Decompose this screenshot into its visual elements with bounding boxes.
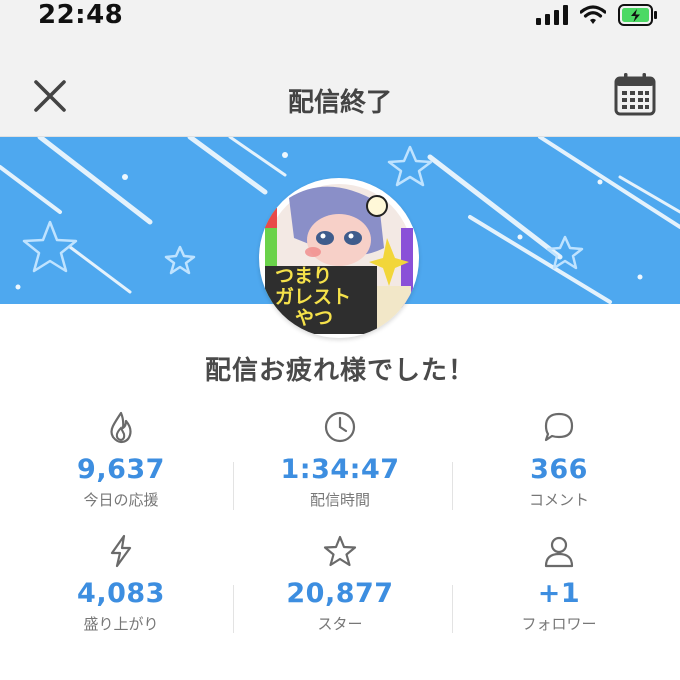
stat-value: 20,877 [286,578,394,609]
wifi-icon [580,5,606,24]
lightning-icon [110,534,132,568]
stat-value: 366 [530,454,588,485]
stat-label: 今日の応援 [83,491,159,509]
stat-value: +1 [537,578,581,609]
comment-icon [544,412,574,442]
avatar-text-line: やつ [295,307,334,329]
avatar-text-line: ガレスト [275,286,352,308]
avatar[interactable]: つまり ガレスト やつ [259,178,419,338]
person-icon [544,536,574,568]
header-bar: 配信終了 [0,32,680,137]
battery-icon [618,4,657,26]
stat-comments: 366 コメント [446,410,672,510]
stat-label: コメント [528,491,589,509]
stat-label: スター [317,615,363,633]
stat-excitement: 4,083 盛り上がり [8,534,234,634]
star-icon [323,535,357,567]
stat-value: 4,083 [77,578,165,609]
clock-icon [324,411,356,443]
stat-value: 1:34:47 [280,454,400,485]
avatar-text: つまり ガレスト やつ [263,266,395,329]
stat-label: フォロワー [521,615,597,633]
stat-support: 9,637 今日の応援 [8,410,234,510]
status-bar: 22:48 [0,0,680,32]
page-title: 配信終了 [287,88,392,118]
flame-icon [110,411,132,444]
stat-value: 9,637 [77,454,165,485]
stat-label: 配信時間 [309,491,370,509]
status-time: 22:48 [38,0,124,30]
stat-label: 盛り上がり [83,615,159,633]
stat-followers: +1 フォロワー [446,534,672,634]
stat-duration: 1:34:47 配信時間 [227,410,453,510]
calendar-button[interactable] [614,72,656,116]
signal-icon [536,5,568,25]
stat-stars: 20,877 スター [227,534,453,634]
thanks-message: 配信お疲れ様でした！ [204,356,475,386]
calendar-icon [614,73,656,116]
avatar-text-line: つまり [275,265,333,287]
